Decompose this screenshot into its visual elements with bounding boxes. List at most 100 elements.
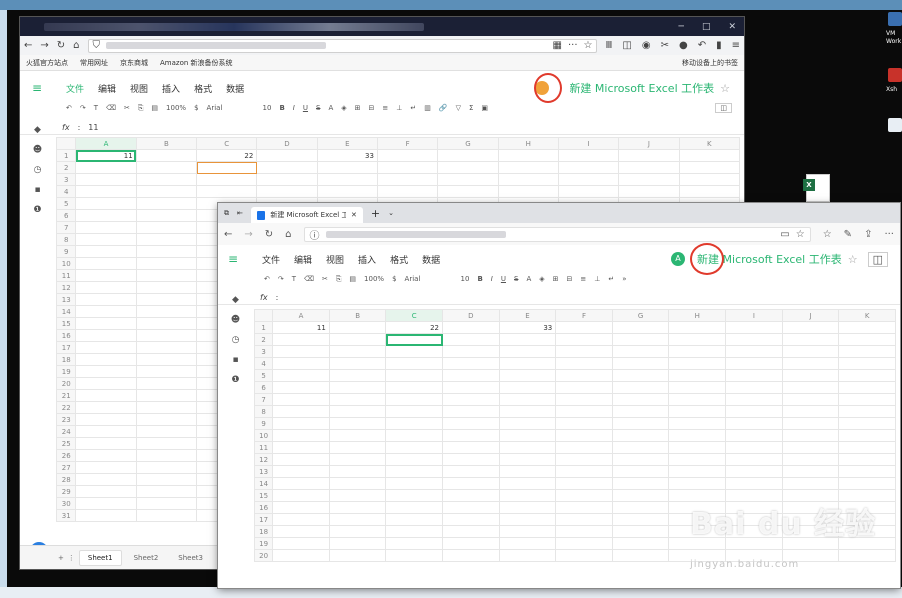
paint-format-icon[interactable]: T xyxy=(292,275,296,283)
cell-g13[interactable] xyxy=(611,465,670,478)
panel-toggle-icon[interactable]: ◫ xyxy=(715,103,732,113)
cell-e17[interactable] xyxy=(498,513,557,526)
row-header[interactable]: 1 xyxy=(55,149,77,162)
cell-i3[interactable] xyxy=(557,173,620,186)
valign-icon[interactable]: ⊥ xyxy=(396,104,402,112)
clear-format-icon[interactable]: ⌫ xyxy=(304,275,314,283)
cell-a27[interactable] xyxy=(75,461,137,474)
cell-j3[interactable] xyxy=(781,345,840,358)
cell-c14[interactable] xyxy=(385,477,444,490)
cell-f1[interactable] xyxy=(555,321,613,334)
column-header[interactable]: J xyxy=(781,309,840,322)
clear-format-icon[interactable]: ⌫ xyxy=(106,104,116,112)
cell-k12[interactable] xyxy=(838,453,896,466)
cell-e15[interactable] xyxy=(498,489,557,502)
tab-menu-icon[interactable]: ⌄ xyxy=(388,209,394,217)
row-header[interactable]: 20 xyxy=(253,549,274,562)
cell-j1[interactable] xyxy=(618,149,680,162)
cell-a13[interactable] xyxy=(75,293,137,306)
cell-a24[interactable] xyxy=(75,425,137,438)
row-header[interactable]: 9 xyxy=(55,245,77,258)
cell-b19[interactable] xyxy=(328,537,387,550)
cell-j2[interactable] xyxy=(781,333,840,346)
row-header[interactable]: 6 xyxy=(55,209,77,222)
cell-k3[interactable] xyxy=(838,345,896,358)
cell-a9[interactable] xyxy=(75,245,137,258)
sheet-list-icon[interactable]: ⋮ xyxy=(68,554,75,562)
cell-i1[interactable] xyxy=(725,321,783,334)
cell-h4[interactable] xyxy=(497,185,559,198)
cell-a14[interactable] xyxy=(272,477,330,490)
star-icon[interactable]: ☆ xyxy=(584,40,593,51)
cell-b25[interactable] xyxy=(135,437,198,450)
tag-icon[interactable]: ◆ xyxy=(32,125,43,136)
row-header[interactable]: 25 xyxy=(55,437,77,450)
row-header[interactable]: 19 xyxy=(55,365,77,378)
bookmark-item[interactable]: 京东商城 xyxy=(120,58,148,68)
back-icon[interactable]: ← xyxy=(24,40,32,51)
reading-view-icon[interactable]: ▭ xyxy=(780,229,789,240)
row-header[interactable]: 9 xyxy=(253,417,274,430)
zoom-select[interactable]: 100% xyxy=(166,104,186,112)
cell-b20[interactable] xyxy=(135,377,198,390)
cell-a1[interactable]: 11 xyxy=(75,149,137,162)
cell-e7[interactable] xyxy=(498,393,557,406)
cell-b13[interactable] xyxy=(328,465,387,478)
zoom-select[interactable]: 100% xyxy=(364,275,384,283)
sum-icon[interactable]: Σ xyxy=(469,104,473,112)
cell-b8[interactable] xyxy=(135,233,198,246)
cell-f17[interactable] xyxy=(555,513,613,526)
cell-a16[interactable] xyxy=(75,329,137,342)
sheet-tab[interactable]: Sheet2 xyxy=(126,551,167,565)
cell-b11[interactable] xyxy=(135,269,198,282)
app-desktop-icon[interactable] xyxy=(888,118,902,132)
cell-h14[interactable] xyxy=(668,477,727,490)
cell-a4[interactable] xyxy=(75,185,137,198)
cell-c6[interactable] xyxy=(385,381,444,394)
cell-b10[interactable] xyxy=(328,429,387,442)
cell-d11[interactable] xyxy=(442,441,500,454)
cell-j2[interactable] xyxy=(618,161,680,174)
cell-b26[interactable] xyxy=(135,449,198,462)
cell-g5[interactable] xyxy=(611,369,670,382)
cell-b16[interactable] xyxy=(328,501,387,514)
cell-k8[interactable] xyxy=(838,405,896,418)
cell-g4[interactable] xyxy=(611,357,670,370)
bookmark-item[interactable]: 火狐官方站点 xyxy=(26,58,68,68)
menu-edit[interactable]: 编辑 xyxy=(98,82,116,95)
cell-c15[interactable] xyxy=(385,489,444,502)
cell-a16[interactable] xyxy=(272,501,330,514)
cell-a30[interactable] xyxy=(75,497,137,510)
row-header[interactable]: 8 xyxy=(253,405,274,418)
cell-j6[interactable] xyxy=(781,381,840,394)
cell-h5[interactable] xyxy=(668,369,727,382)
row-header[interactable]: 29 xyxy=(55,485,77,498)
cell-g19[interactable] xyxy=(611,537,670,550)
paste-icon[interactable]: ▤ xyxy=(151,104,158,112)
cell-b1[interactable] xyxy=(328,321,387,334)
star-icon[interactable]: ☆ xyxy=(848,253,858,266)
menu-icon[interactable]: ≡ xyxy=(732,40,740,51)
cell-f5[interactable] xyxy=(555,369,613,382)
row-header[interactable]: 17 xyxy=(253,513,274,526)
cell-e14[interactable] xyxy=(498,477,557,490)
cell-g18[interactable] xyxy=(611,525,670,538)
column-header[interactable]: G xyxy=(437,137,499,150)
menu-view[interactable]: 视图 xyxy=(130,82,148,95)
cell-i3[interactable] xyxy=(725,345,783,358)
cell-d5[interactable] xyxy=(442,369,500,382)
cell-h1[interactable] xyxy=(668,321,727,334)
sheet-tab[interactable]: Sheet3 xyxy=(170,551,211,565)
cell-a25[interactable] xyxy=(75,437,137,450)
cell-a26[interactable] xyxy=(75,449,137,462)
cell-a19[interactable] xyxy=(75,365,137,378)
cell-b12[interactable] xyxy=(135,281,198,294)
more-tools-icon[interactable]: » xyxy=(622,275,626,283)
row-header[interactable]: 16 xyxy=(55,329,77,342)
column-header[interactable]: K xyxy=(838,309,896,322)
minimize-icon[interactable]: ─ xyxy=(679,22,684,32)
row-header[interactable]: 1 xyxy=(253,321,274,334)
back-icon[interactable]: ← xyxy=(224,229,232,240)
cell-e20[interactable] xyxy=(498,549,557,562)
cell-e5[interactable] xyxy=(498,369,557,382)
